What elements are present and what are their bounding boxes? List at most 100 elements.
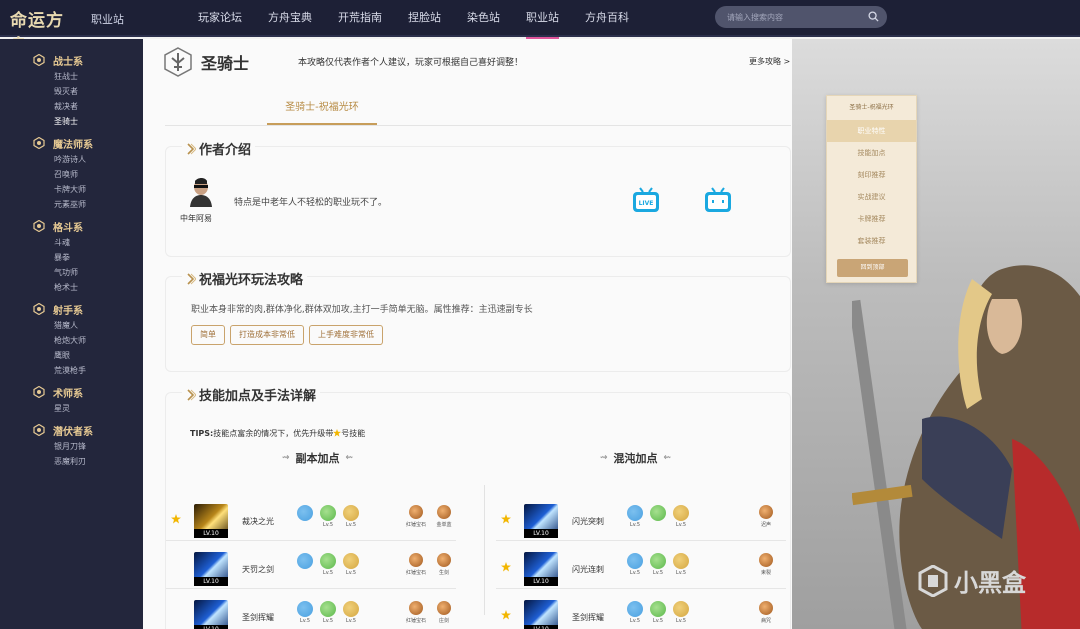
sidebar-group-header[interactable]: 战士系 <box>0 51 143 69</box>
outline-item[interactable]: 职业特性 <box>827 120 916 142</box>
gem-slot[interactable]: 红锤宝石 <box>404 505 428 528</box>
tripod-slot[interactable] <box>296 553 314 570</box>
sidebar-item[interactable]: 银月刀锋 <box>0 439 143 454</box>
sidebar-item[interactable]: 枪炮大师 <box>0 333 143 348</box>
tripod-slot[interactable]: Lv.5 <box>649 553 667 576</box>
outline-item[interactable]: 卡牌推荐 <box>827 208 916 230</box>
sidebar-item[interactable]: 狂战士 <box>0 69 143 84</box>
nav-item-4[interactable]: 染色站 <box>454 0 513 37</box>
sidebar-item[interactable]: 荒漠枪手 <box>0 363 143 378</box>
sidebar-group: 潜伏者系 银月刀锋 恶魔利刃 <box>0 421 143 469</box>
tripod-slot[interactable]: Lv.5 <box>296 601 314 624</box>
sidebar-item[interactable]: 恶魔利刃 <box>0 454 143 469</box>
sidebar-group-header[interactable]: 射手系 <box>0 300 143 318</box>
outline-item[interactable]: 刻印推荐 <box>827 164 916 186</box>
nav-item-5[interactable]: 职业站 <box>513 0 572 39</box>
gem-icon <box>759 505 773 519</box>
sidebar-item[interactable]: 斗魂 <box>0 235 143 250</box>
tripod-slot[interactable]: Lv.5 <box>626 553 644 576</box>
tripod-slot[interactable]: Lv.5 <box>649 601 667 624</box>
gem-slot[interactable]: 生剑 <box>432 553 456 576</box>
sidebar-item[interactable]: 暴拳 <box>0 250 143 265</box>
nav-item-2[interactable]: 开荒指南 <box>325 0 395 37</box>
sidebar-group-header[interactable]: 格斗系 <box>0 217 143 235</box>
sidebar-item[interactable]: 鹰眼 <box>0 348 143 363</box>
tripod-slot[interactable]: Lv.5 <box>672 553 690 576</box>
site-logo[interactable]: 命运方舟 <box>10 6 78 56</box>
chevron-decor-icon <box>187 272 196 285</box>
tripod-icon <box>673 505 689 521</box>
sidebar-group: 术师系 星灵 <box>0 383 143 416</box>
tripod-icon <box>297 601 313 617</box>
live-stream-icon[interactable]: LIVE <box>632 187 660 213</box>
playstyle-section-title: 祝福光环玩法攻略 <box>182 269 308 288</box>
search-icon[interactable] <box>868 11 879 22</box>
tripod-slot[interactable]: Lv.5 <box>319 505 337 528</box>
gem-slot[interactable]: 庄剑 <box>432 601 456 624</box>
author-name: 中年阿易 <box>180 214 212 223</box>
gem-slot[interactable]: 金单蓝 <box>432 505 456 528</box>
gem-slot[interactable]: 红锤宝石 <box>404 553 428 576</box>
author-description: 特点是中老年人不轻松的职业玩不了。 <box>234 198 388 208</box>
gem-label: 生剑 <box>438 570 449 576</box>
sidebar-item[interactable]: 圣骑士 <box>0 114 143 129</box>
tripod-slot[interactable]: Lv.5 <box>672 601 690 624</box>
sidebar-item[interactable]: 枪术士 <box>0 280 143 295</box>
tripod-level: Lv.5 <box>322 570 334 576</box>
bilibili-icon[interactable] <box>704 187 732 213</box>
sidebar-item[interactable]: 毁灭者 <box>0 84 143 99</box>
sidebar-item[interactable]: 卡牌大师 <box>0 182 143 197</box>
nav-item-1[interactable]: 方舟宝典 <box>255 0 325 37</box>
sidebar-group-header[interactable]: 魔法师系 <box>0 134 143 152</box>
sidebar-item[interactable]: 猎魔人 <box>0 318 143 333</box>
tripod-slot[interactable]: Lv.5 <box>319 553 337 576</box>
sidebar-item[interactable]: 气功师 <box>0 265 143 280</box>
sidebar-item[interactable]: 星灵 <box>0 401 143 416</box>
tripod-icon <box>627 601 643 617</box>
class-group-icon <box>33 137 45 149</box>
skill-row: LV.10 裁决之光 Lv.5 Lv.5 红锤宝石 金单蓝 <box>166 501 456 541</box>
sidebar-item[interactable]: 召唤师 <box>0 167 143 182</box>
tab-build-blessing-aura[interactable]: 圣骑士-祝福光环 <box>267 95 377 125</box>
gem-slot[interactable]: 红锤宝石 <box>404 601 428 624</box>
gem-slot[interactable]: 病咒 <box>754 601 778 624</box>
sidebar-item[interactable]: 元素巫师 <box>0 197 143 212</box>
tripod-slot[interactable]: Lv.5 <box>672 505 690 528</box>
sidebar-item[interactable]: 吟游诗人 <box>0 152 143 167</box>
tripod-slot[interactable]: Lv.5 <box>319 601 337 624</box>
tripod-level: Lv.5 <box>675 618 687 624</box>
gem-slot[interactable]: 束裂 <box>754 553 778 576</box>
tripod-slot[interactable]: Lv.5 <box>342 505 360 528</box>
tripod-level: Lv.5 <box>629 570 641 576</box>
class-group-icon <box>33 424 45 436</box>
tripod-slot[interactable]: Lv.5 <box>626 505 644 528</box>
skill-name: 圣剑挥耀 <box>572 613 604 622</box>
tripod-icon <box>650 553 666 569</box>
tripod-slot[interactable]: Lv.5 <box>342 553 360 576</box>
skill-tips: TIPS:技能点富余的情况下，优先升级带 号技能 <box>190 429 366 438</box>
tripod-slot[interactable] <box>649 505 667 522</box>
gem-label: 红锤宝石 <box>405 618 426 624</box>
nav-item-0[interactable]: 玩家论坛 <box>185 0 255 37</box>
tripod-slot[interactable]: Lv.5 <box>626 601 644 624</box>
tripod-slot[interactable]: Lv.5 <box>342 601 360 624</box>
sidebar-group-header[interactable]: 潜伏者系 <box>0 421 143 439</box>
gem-icon <box>437 505 451 519</box>
search-input[interactable] <box>715 6 855 28</box>
main-nav: 玩家论坛 方舟宝典 开荒指南 捏脸站 染色站 职业站 方舟百科 <box>185 0 642 39</box>
playstyle-tag: 打造成本非常低 <box>230 325 304 345</box>
back-to-top-button[interactable]: 回到顶部 <box>837 259 908 277</box>
outline-item[interactable]: 套装推荐 <box>827 230 916 252</box>
xiaoheihe-watermark: 小黑盒 <box>918 563 1026 598</box>
skill-row: LV.10 天罚之剑 Lv.5 Lv.5 红锤宝石 生剑 <box>166 549 456 589</box>
more-guides-link[interactable]: 更多攻略 > <box>749 56 790 67</box>
nav-item-3[interactable]: 捏脸站 <box>395 0 454 37</box>
nav-item-6[interactable]: 方舟百科 <box>572 0 642 37</box>
skill-name: 闪光连刺 <box>572 565 604 574</box>
outline-item[interactable]: 技能加点 <box>827 142 916 164</box>
sidebar-group-header[interactable]: 术师系 <box>0 383 143 401</box>
outline-item[interactable]: 实战建议 <box>827 186 916 208</box>
sidebar-item[interactable]: 裁决者 <box>0 99 143 114</box>
tripod-slot[interactable] <box>296 505 314 522</box>
gem-slot[interactable]: 迟声 <box>754 505 778 528</box>
